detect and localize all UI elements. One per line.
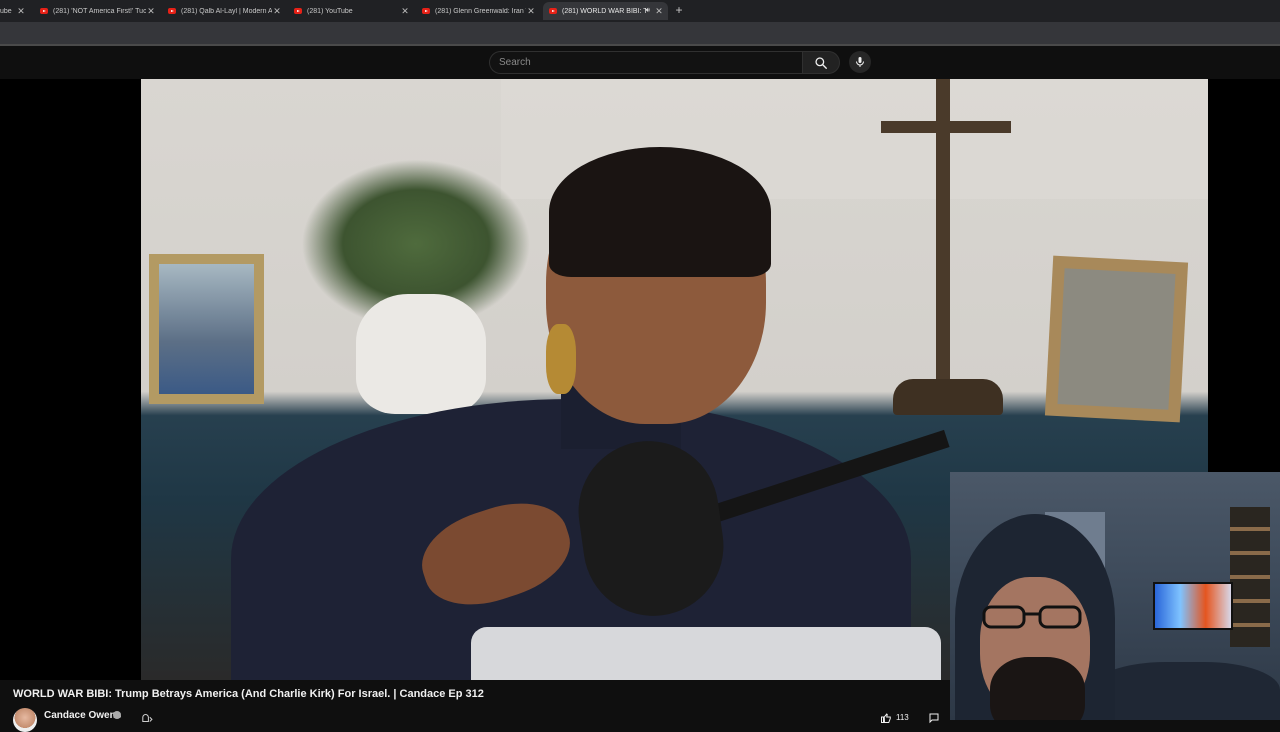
browser-tab[interactable]: (281) Qalb Al-Layl | Modern Ar ✕ bbox=[162, 2, 286, 20]
scene-earring bbox=[546, 324, 576, 394]
youtube-favicon-icon bbox=[294, 8, 302, 14]
youtube-favicon-icon bbox=[549, 8, 557, 14]
youtube-favicon-icon bbox=[168, 8, 176, 14]
tab-title: ube bbox=[0, 7, 12, 15]
browser-tab[interactable]: ube ✕ bbox=[0, 2, 30, 20]
scene-picture-frame bbox=[1044, 255, 1189, 423]
browser-toolbar bbox=[0, 22, 1280, 44]
webcam-beard bbox=[990, 657, 1085, 720]
tab-title: (281) Glenn Greenwald: Iran W bbox=[435, 7, 526, 15]
thumbs-up-icon[interactable] bbox=[880, 712, 892, 724]
tab-title: (281) Qalb Al-Layl | Modern Ar bbox=[181, 7, 272, 15]
scene-crucifix-bar bbox=[881, 121, 1011, 133]
youtube-favicon-icon bbox=[40, 8, 48, 14]
search-button[interactable] bbox=[802, 51, 840, 74]
browser-tab[interactable]: (281) Glenn Greenwald: Iran W ✕ bbox=[416, 2, 540, 20]
speaker-icon[interactable]: 🔊︎ bbox=[646, 7, 650, 15]
tab-title: (281) 'NOT America First!' Tucke bbox=[53, 7, 146, 15]
video-title: WORLD WAR BIBI: Trump Betrays America (A… bbox=[13, 688, 484, 700]
voice-search-button[interactable] bbox=[849, 51, 871, 73]
webcam-glasses bbox=[982, 605, 1082, 629]
close-icon[interactable]: ✕ bbox=[400, 6, 410, 17]
share-icon[interactable] bbox=[928, 712, 940, 724]
webcam-overlay bbox=[950, 472, 1280, 720]
scene-vase bbox=[356, 294, 486, 414]
scene-laptop bbox=[471, 627, 941, 680]
verified-badge-icon bbox=[113, 711, 121, 719]
close-icon[interactable]: ✕ bbox=[526, 6, 536, 17]
scene-picture-frame bbox=[149, 254, 264, 404]
scene-person-hair bbox=[549, 147, 771, 277]
bell-icon[interactable] bbox=[140, 713, 154, 723]
tab-title: (281) YouTube bbox=[307, 7, 353, 15]
close-icon[interactable]: ✕ bbox=[272, 6, 282, 17]
channel-avatar[interactable] bbox=[13, 708, 37, 732]
close-icon[interactable]: ✕ bbox=[146, 6, 156, 17]
tab-title: (281) WORLD WAR BIBI: Tru bbox=[562, 7, 646, 15]
browser-tab-active[interactable]: (281) WORLD WAR BIBI: Tru 🔊︎ ✕ bbox=[543, 2, 668, 20]
search-input[interactable] bbox=[490, 52, 789, 73]
like-count: 113 bbox=[896, 713, 909, 722]
search-box bbox=[489, 51, 802, 74]
browser-tab[interactable]: (281) 'NOT America First!' Tucke ✕ bbox=[34, 2, 160, 20]
webcam-bookshelf bbox=[1230, 507, 1270, 647]
youtube-favicon-icon bbox=[422, 8, 430, 14]
close-icon[interactable]: ✕ bbox=[16, 6, 26, 17]
close-icon[interactable]: ✕ bbox=[654, 6, 664, 17]
channel-name[interactable]: Candace Owens bbox=[44, 710, 121, 721]
webcam-person-body bbox=[1090, 662, 1280, 720]
mic-icon bbox=[856, 57, 864, 67]
browser-tab[interactable]: (281) YouTube ✕ bbox=[288, 2, 414, 20]
webcam-tv bbox=[1153, 582, 1233, 630]
new-tab-button[interactable]: + bbox=[673, 3, 685, 17]
scene-crucifix-base bbox=[893, 379, 1003, 415]
search-icon bbox=[815, 56, 827, 69]
browser-tab-strip: ube ✕ (281) 'NOT America First!' Tucke ✕… bbox=[0, 0, 1280, 22]
